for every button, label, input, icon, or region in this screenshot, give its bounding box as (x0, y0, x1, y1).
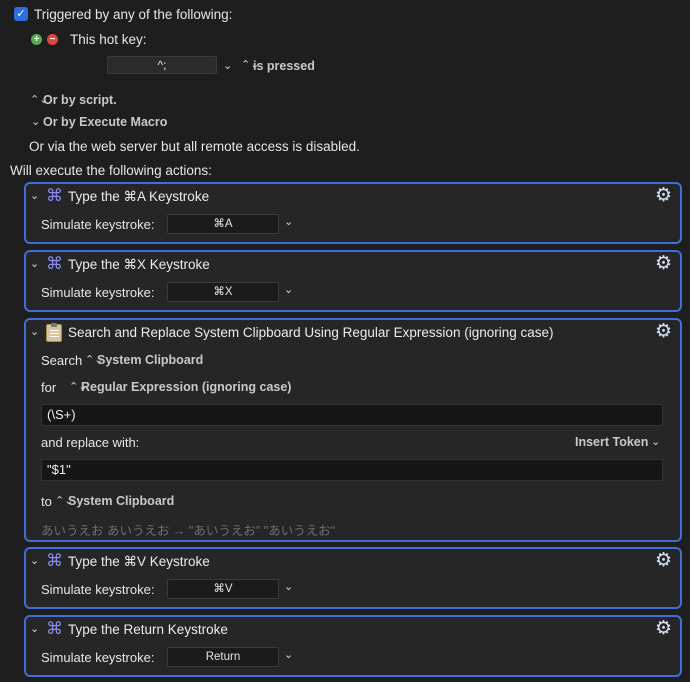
or-script-toggle[interactable]: Or by script. (43, 93, 117, 107)
remove-trigger-icon[interactable]: − (47, 34, 58, 45)
keystroke-field[interactable]: ⌘A (167, 214, 279, 234)
actions-header: Will execute the following actions: (10, 163, 212, 178)
hotkey-chevron-down-icon[interactable]: ⌄ (223, 59, 232, 72)
action-type-return[interactable]: ⌄ ⌘ Type the Return Keystroke ⚙ Simulate… (24, 615, 682, 677)
trigger-title: Triggered by any of the following: (34, 7, 233, 22)
collapse-chevron-down-icon[interactable]: ⌄ (30, 257, 39, 270)
search-source-select[interactable]: System Clipboard (97, 353, 203, 367)
gear-icon[interactable]: ⚙ (655, 551, 672, 571)
keystroke-chevron-down-icon[interactable]: ⌄ (284, 215, 293, 228)
gear-icon[interactable]: ⚙ (655, 254, 672, 274)
action-type-cmd-x[interactable]: ⌄ ⌘ Type the ⌘X Keystroke ⚙ Simulate key… (24, 250, 682, 312)
gear-icon[interactable]: ⚙ (655, 322, 672, 342)
add-trigger-icon[interactable]: + (31, 34, 42, 45)
action-header: ⌄ ⌘ Type the Return Keystroke ⚙ (26, 617, 680, 643)
insert-token-button[interactable]: Insert Token (575, 435, 648, 449)
keystroke-field[interactable]: ⌘V (167, 579, 279, 599)
action-header: ⌄ ⌘ Type the ⌘V Keystroke ⚙ (26, 549, 680, 575)
collapse-chevron-down-icon[interactable]: ⌄ (30, 325, 39, 338)
action-title[interactable]: Search and Replace System Clipboard Usin… (68, 325, 554, 340)
insert-token-chevron-down-icon[interactable]: ⌄ (651, 435, 660, 448)
keystroke-chevron-down-icon[interactable]: ⌄ (284, 580, 293, 593)
collapse-chevron-down-icon[interactable]: ⌄ (30, 622, 39, 635)
simulate-keystroke-label: Simulate keystroke: (41, 217, 155, 232)
keystroke-chevron-down-icon[interactable]: ⌄ (284, 283, 293, 296)
action-header: ⌄ ⌘ Type the ⌘X Keystroke ⚙ (26, 252, 680, 278)
trigger-checkbox[interactable]: ✓ (14, 7, 28, 21)
collapse-chevron-down-icon[interactable]: ⌄ (30, 554, 39, 567)
mode-select[interactable]: Regular Expression (ignoring case) (81, 380, 291, 394)
action-header: ⌄ ⌘ Type the ⌘A Keystroke ⚙ (26, 184, 680, 210)
for-label: for (41, 380, 57, 395)
hotkey-field[interactable]: ^; (107, 56, 217, 74)
simulate-keystroke-label: Simulate keystroke: (41, 650, 155, 665)
action-search-replace[interactable]: ⌄ Search and Replace System Clipboard Us… (24, 318, 682, 542)
preview-text: あいうえお あいうえお → "あいうえお" "あいうえお" (41, 524, 336, 538)
web-server-note: Or via the web server but all remote acc… (29, 139, 360, 154)
action-title[interactable]: Type the ⌘X Keystroke (68, 257, 210, 273)
simulate-keystroke-label: Simulate keystroke: (41, 582, 155, 597)
keystroke-chevron-down-icon[interactable]: ⌄ (284, 648, 293, 661)
keystroke-field[interactable]: Return (167, 647, 279, 667)
or-execute-macro-toggle[interactable]: Or by Execute Macro (43, 115, 167, 129)
command-icon: ⌘ (46, 254, 63, 273)
replace-label: and replace with: (41, 435, 140, 450)
clipboard-icon (46, 323, 62, 342)
hotkey-label: This hot key: (70, 32, 147, 47)
gear-icon[interactable]: ⚙ (655, 619, 672, 639)
to-target-select[interactable]: System Clipboard (68, 494, 174, 508)
to-label: to (41, 494, 52, 509)
action-header: ⌄ Search and Replace System Clipboard Us… (26, 320, 680, 346)
replacement-field[interactable]: "$1" (41, 459, 663, 481)
command-icon: ⌘ (46, 186, 63, 205)
pattern-field[interactable]: (\S+) (41, 404, 663, 426)
command-icon: ⌘ (46, 551, 63, 570)
action-title[interactable]: Type the ⌘A Keystroke (68, 189, 209, 205)
action-title[interactable]: Type the ⌘V Keystroke (68, 554, 210, 570)
gear-icon[interactable]: ⚙ (655, 186, 672, 206)
action-type-cmd-a[interactable]: ⌄ ⌘ Type the ⌘A Keystroke ⚙ Simulate key… (24, 182, 682, 244)
search-label: Search (41, 353, 83, 368)
command-icon: ⌘ (46, 619, 63, 638)
keystroke-field[interactable]: ⌘X (167, 282, 279, 302)
or-execute-macro-chevron-down-icon[interactable]: ⌄ (31, 115, 40, 128)
simulate-keystroke-label: Simulate keystroke: (41, 285, 155, 300)
hotkey-state-select[interactable]: is pressed (253, 59, 315, 73)
collapse-chevron-down-icon[interactable]: ⌄ (30, 189, 39, 202)
action-type-cmd-v[interactable]: ⌄ ⌘ Type the ⌘V Keystroke ⚙ Simulate key… (24, 547, 682, 609)
action-title[interactable]: Type the Return Keystroke (68, 622, 228, 637)
